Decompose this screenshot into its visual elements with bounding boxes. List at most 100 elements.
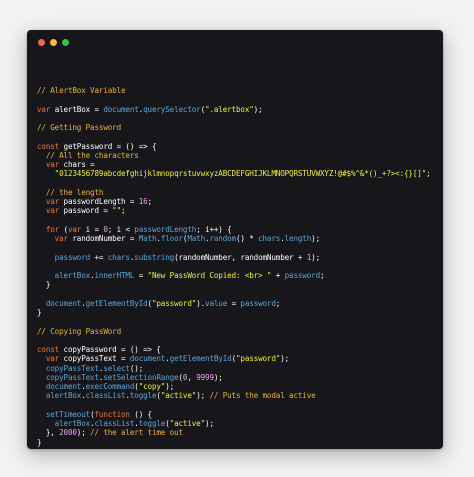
code-token: }, xyxy=(37,428,60,438)
code-token: classList xyxy=(85,391,126,401)
code-token: const xyxy=(37,345,64,354)
code-token: execCommand xyxy=(85,382,135,391)
code-token: = xyxy=(103,206,113,216)
code-line: var copyPassText = document.getElementBy… xyxy=(37,354,431,363)
code-line: var password = ""; xyxy=(37,206,431,215)
code-token: getElementById xyxy=(85,298,148,308)
code-token: } xyxy=(37,280,51,290)
code-token: = xyxy=(121,354,130,364)
code-token: () { xyxy=(134,409,152,419)
code-token: ); xyxy=(213,372,223,382)
code-line: var passwordLength = 16; xyxy=(37,197,431,206)
code-line: } xyxy=(37,280,431,289)
code-token: } xyxy=(37,308,42,317)
code-token: = xyxy=(94,224,104,234)
code-line: document.execCommand("copy"); xyxy=(37,382,431,391)
code-window: // AlertBox Variable var alertBox = docu… xyxy=(27,30,443,449)
code-line: // Getting Password xyxy=(37,123,431,132)
code-token: "password" xyxy=(151,298,197,308)
code-token: var xyxy=(37,234,73,243)
code-token: alertBox xyxy=(54,104,95,114)
code-token: floor xyxy=(160,234,183,243)
code-token: const xyxy=(37,141,64,151)
code-token: 16 xyxy=(138,197,148,206)
code-token: () * xyxy=(235,234,259,243)
code-token: Math xyxy=(138,234,157,243)
code-token: document xyxy=(37,382,82,391)
code-token: chars xyxy=(258,234,281,243)
code-token: alertBox xyxy=(37,419,91,428)
code-token: // Copying PassWord xyxy=(37,326,122,336)
code-token: = xyxy=(129,234,139,243)
code-token: // Puts the modal active xyxy=(209,391,316,401)
code-token: var xyxy=(37,104,55,114)
code-token: = xyxy=(129,197,139,206)
code-token: // the alert time out xyxy=(90,428,183,438)
code-token: ++) { xyxy=(209,224,232,234)
close-dot-icon[interactable] xyxy=(38,39,45,46)
code-token: var xyxy=(37,197,64,206)
code-line: } xyxy=(37,308,431,317)
code-token: getElementById xyxy=(169,354,232,364)
code-token: "copy" xyxy=(138,382,166,391)
code-token: function xyxy=(94,409,135,419)
code-token: // the length xyxy=(37,187,104,197)
code-line: var randomNumber = Math.floor(Math.rando… xyxy=(37,234,431,243)
code-line: // All the characters xyxy=(37,151,431,160)
code-token: alertBox xyxy=(37,391,82,401)
code-token: "active" xyxy=(160,391,197,401)
code-token: } xyxy=(37,437,42,447)
code-line: // AlertBox Variable xyxy=(37,86,431,95)
code-token: ; xyxy=(275,298,281,308)
code-token: ; xyxy=(147,197,153,206)
code-token: "" xyxy=(112,206,122,216)
code-token: += xyxy=(94,252,108,262)
code-token: passwordLength xyxy=(63,197,130,206)
code-token: chars xyxy=(63,160,91,169)
code-line: const getPassword = () => { xyxy=(37,142,431,151)
code-token: password xyxy=(240,298,276,308)
code-token: for xyxy=(37,224,64,234)
code-token: length xyxy=(284,234,312,243)
code-token: password xyxy=(63,206,104,216)
code-token: innerHTML xyxy=(94,271,139,280)
code-line: var chars = xyxy=(37,160,431,169)
code-token: "active" xyxy=(169,419,206,428)
code-token: (); xyxy=(129,363,144,373)
code-line: var alertBox = document.querySelector(".… xyxy=(37,105,431,114)
code-line: "0123456789abcdefghijklmnopqrstuvwxyzABC… xyxy=(37,169,431,178)
code-token: // AlertBox Variable xyxy=(37,86,126,95)
code-token: // Getting Password xyxy=(37,123,122,132)
code-token: ; xyxy=(107,224,117,234)
minimize-dot-icon[interactable] xyxy=(50,39,57,46)
code-token: alertBox xyxy=(37,271,91,280)
code-token: var xyxy=(37,354,64,364)
code-token: setSelectionRange xyxy=(103,372,179,382)
code-line: setTimeout(function () { xyxy=(37,410,431,419)
code-token: copyPassText xyxy=(37,363,99,373)
code-token: 2000 xyxy=(59,428,77,438)
code-token: ); xyxy=(76,428,91,438)
maximize-dot-icon[interactable] xyxy=(62,39,69,46)
code-token: = () => { xyxy=(121,345,161,354)
code-line: alertBox.classList.toggle("active"); // … xyxy=(37,391,431,400)
code-token: Math xyxy=(187,234,206,243)
code-token: ); xyxy=(165,382,175,391)
code-token: querySelector xyxy=(143,104,201,114)
code-token: select xyxy=(103,363,130,373)
code-line: for (var i = 0; i < passwordLength; i++)… xyxy=(37,225,431,234)
code-token: passwordLength xyxy=(134,224,197,234)
code-token: ); xyxy=(205,419,214,428)
code-line: alertBox.innerHTML = "New PassWord Copie… xyxy=(37,271,431,280)
code-token: var xyxy=(37,206,64,216)
code-token: ; xyxy=(196,224,206,234)
code-token: ); xyxy=(280,354,290,364)
code-token: var xyxy=(37,160,64,169)
